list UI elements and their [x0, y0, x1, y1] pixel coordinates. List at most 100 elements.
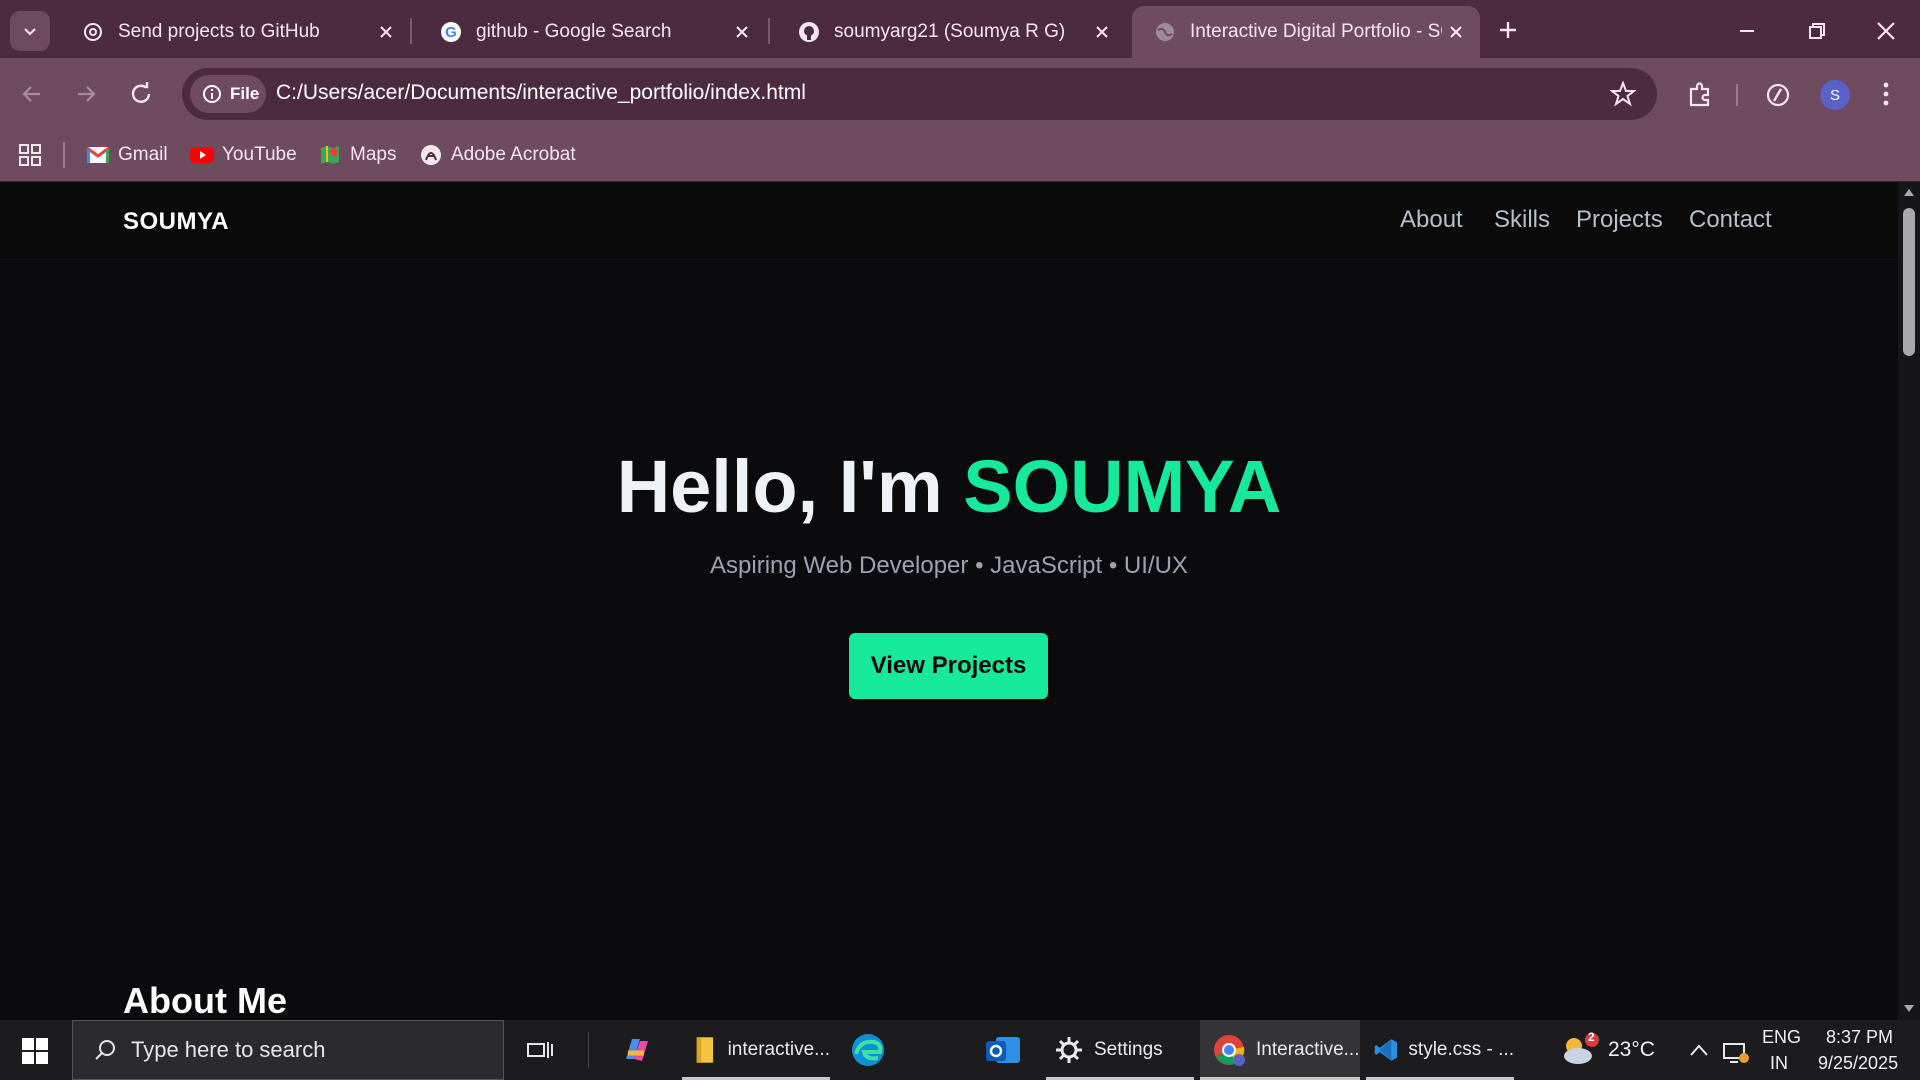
edge-icon [852, 1034, 884, 1066]
address-bar[interactable]: File C:/Users/acer/Documents/interactive… [182, 68, 1657, 120]
task-view-button[interactable] [526, 1038, 554, 1062]
taskbar-edge[interactable] [850, 1020, 894, 1080]
plus-icon [1500, 22, 1516, 38]
search-placeholder: Type here to search [131, 1037, 326, 1062]
minimize-button[interactable] [1736, 20, 1758, 42]
outlook-icon [986, 1037, 1020, 1063]
nav-projects[interactable]: Projects [1576, 206, 1663, 234]
forward-button[interactable] [74, 82, 98, 106]
apps-button[interactable] [18, 143, 42, 167]
star-icon [1610, 81, 1636, 107]
close-icon[interactable] [1092, 22, 1112, 42]
tab-portfolio[interactable]: Interactive Digital Portfolio - SO [1132, 6, 1480, 58]
minimize-icon [1740, 30, 1754, 32]
taskbar-app-label: Settings [1094, 1039, 1163, 1060]
back-button[interactable] [20, 82, 44, 106]
close-icon[interactable] [376, 22, 396, 42]
bookmark-maps[interactable]: Maps [318, 140, 396, 170]
openai-icon [82, 21, 104, 43]
clock-date[interactable]: 9/25/2025 [1818, 1053, 1898, 1074]
taskbar-divider [588, 1032, 589, 1068]
start-button[interactable] [22, 1038, 48, 1064]
lang-line1[interactable]: ENG [1762, 1027, 1801, 1048]
bookmark-acrobat[interactable]: Adobe Acrobat [419, 140, 576, 170]
network-icon [1723, 1043, 1749, 1063]
bookmark-youtube[interactable]: YouTube [190, 140, 297, 170]
site-brand[interactable]: SOUMYA [123, 208, 229, 236]
maps-icon [318, 143, 342, 167]
tray-overflow-button[interactable] [1688, 1042, 1710, 1058]
task-view-icon [527, 1042, 553, 1058]
tab-google-search[interactable]: G github - Google Search [418, 6, 766, 58]
acrobat-icon [419, 143, 443, 167]
google-icon: G [440, 21, 462, 43]
folder-icon [696, 1037, 714, 1063]
chevron-up-icon [1690, 1044, 1708, 1056]
nav-about[interactable]: About [1400, 206, 1463, 234]
youtube-icon [190, 143, 214, 167]
about-heading: About Me [123, 980, 287, 1020]
browser-toolbar: File C:/Users/acer/Documents/interactive… [0, 58, 1920, 130]
restore-icon [1809, 23, 1825, 39]
close-icon [1877, 22, 1895, 40]
scrollbar-thumb[interactable] [1903, 208, 1915, 356]
tab-send-projects[interactable]: Send projects to GitHub [60, 6, 410, 58]
taskbar-file-explorer[interactable]: interactive... [682, 1020, 830, 1080]
globe-icon [1154, 21, 1176, 43]
github-icon [798, 21, 820, 43]
close-window-button[interactable] [1874, 19, 1898, 43]
taskbar-outlook[interactable] [984, 1020, 1024, 1080]
browser-menu-button[interactable] [1876, 80, 1896, 108]
windows-taskbar: Type here to search interactive... Setti… [0, 1020, 1920, 1080]
tab-github-profile[interactable]: soumyarg21 (Soumya R G) [776, 6, 1126, 58]
scroll-up-icon[interactable] [1903, 187, 1915, 197]
weather-badge: 2 [1588, 1030, 1595, 1044]
taskbar-search[interactable]: Type here to search [72, 1020, 504, 1080]
reload-button[interactable] [128, 81, 154, 107]
url-text[interactable]: C:/Users/acer/Documents/interactive_port… [276, 81, 806, 105]
gear-icon [1056, 1037, 1082, 1063]
taskbar-vscode[interactable]: style.css - ... [1366, 1020, 1514, 1080]
bookmark-gmail[interactable]: Gmail [86, 140, 168, 170]
page-scrollbar[interactable] [1898, 182, 1920, 1020]
nav-skills[interactable]: Skills [1494, 206, 1550, 234]
weather-temp[interactable]: 23°C [1608, 1038, 1655, 1062]
weather-widget[interactable]: 2 [1560, 1030, 1600, 1068]
site-info-chip[interactable]: File [190, 75, 266, 113]
extensions-button[interactable] [1686, 80, 1714, 108]
view-projects-button[interactable]: View Projects [849, 633, 1048, 699]
taskbar-app-label: Interactive... [1256, 1039, 1360, 1060]
vscode-icon [1374, 1039, 1397, 1061]
chrome-icon [1214, 1035, 1245, 1066]
performance-button[interactable] [1764, 81, 1792, 109]
hero-subtitle: Aspiring Web Developer • JavaScript • UI… [710, 552, 1188, 579]
lang-line2[interactable]: IN [1770, 1053, 1788, 1074]
network-button[interactable] [1722, 1038, 1750, 1064]
taskbar-app-label: style.css - ... [1408, 1039, 1514, 1060]
tab-divider [768, 18, 770, 44]
tab-search-button[interactable] [10, 11, 50, 51]
close-icon[interactable] [1446, 22, 1466, 42]
taskbar-chrome[interactable]: Interactive... [1200, 1020, 1360, 1080]
taskbar-copilot[interactable] [620, 1020, 662, 1080]
bookmarks-divider [63, 142, 65, 168]
restore-button[interactable] [1806, 20, 1828, 42]
hero-title: Hello, I'm SOUMYA [0, 444, 1898, 529]
taskbar-settings[interactable]: Settings [1046, 1020, 1194, 1080]
bookmark-star-button[interactable] [1610, 81, 1636, 107]
more-vertical-icon [1883, 82, 1889, 106]
speedometer-icon [1766, 83, 1790, 107]
tab-divider [410, 18, 412, 44]
info-icon [203, 85, 221, 103]
profile-avatar[interactable]: S [1820, 80, 1850, 110]
chevron-down-icon [24, 28, 36, 36]
windows-logo-icon [22, 1038, 48, 1064]
tab-title: Interactive Digital Portfolio - SO [1190, 21, 1442, 42]
nav-contact[interactable]: Contact [1689, 206, 1772, 234]
clock-time[interactable]: 8:37 PM [1826, 1027, 1893, 1048]
new-tab-button[interactable] [1496, 18, 1520, 42]
hero-greeting: Hello, I'm [616, 445, 964, 528]
close-icon[interactable] [732, 22, 752, 42]
apps-grid-icon [19, 144, 41, 166]
scroll-down-icon[interactable] [1903, 1004, 1915, 1014]
